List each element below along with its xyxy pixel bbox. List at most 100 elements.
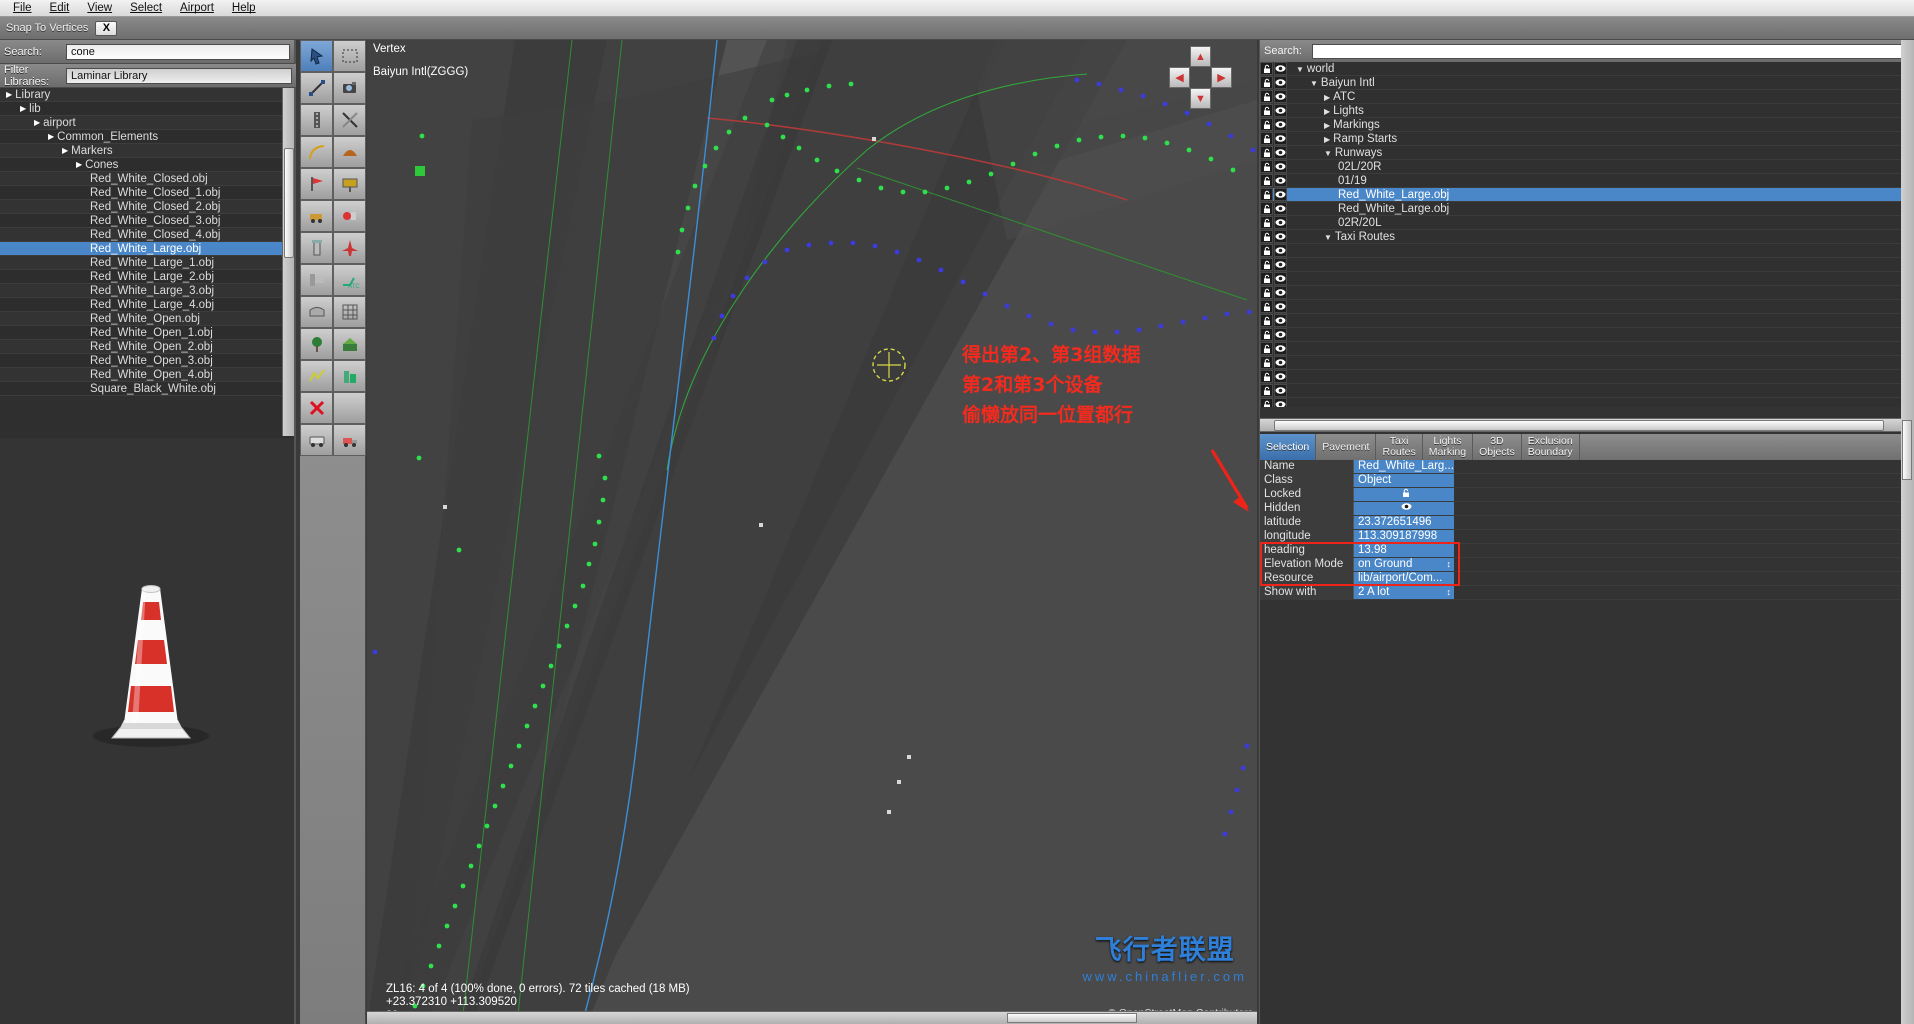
eye-icon[interactable] (1274, 272, 1287, 285)
lock-icon[interactable] (1260, 118, 1273, 131)
library-tree-row[interactable]: Red_White_Open_2.obj (0, 340, 294, 354)
grid-tool[interactable] (333, 296, 366, 328)
jetway-tool[interactable] (300, 264, 333, 296)
lock-icon[interactable] (1260, 146, 1273, 159)
fuel-truck-tool[interactable] (333, 200, 366, 232)
lock-icon[interactable] (1260, 370, 1273, 383)
right-panel-scrollbar[interactable] (1901, 40, 1914, 1024)
tab-pavement[interactable]: Pavement (1316, 434, 1376, 460)
right-panel-scroll-thumb[interactable] (1902, 420, 1912, 480)
library-tree-row[interactable]: ▶Markers (0, 144, 294, 158)
map-navigator[interactable]: ▲ ◀ ▶ ▼ (1169, 46, 1233, 110)
library-tree-row[interactable]: Red_White_Open_1.obj (0, 326, 294, 340)
disclosure-triangle-icon[interactable]: ▶ (1324, 107, 1330, 116)
disclosure-triangle-icon[interactable]: ▼ (1296, 65, 1304, 74)
library-tree-row[interactable]: Square_Black_White.obj (0, 382, 294, 396)
atc-flow-tool[interactable]: ATC (333, 264, 366, 296)
map-horizontal-scrollbar[interactable] (367, 1011, 1257, 1024)
eye-icon[interactable] (1274, 356, 1287, 369)
lock-icon[interactable] (1260, 216, 1273, 229)
library-tree-row[interactable]: Red_White_Open_3.obj (0, 354, 294, 368)
hierarchy-row[interactable]: ▶Markings (1260, 118, 1914, 132)
eye-icon[interactable] (1274, 132, 1287, 145)
property-value[interactable]: Red_White_Larg... (1354, 460, 1454, 473)
airplane-tool[interactable] (333, 232, 366, 264)
disclosure-triangle-icon[interactable]: ▶ (1324, 135, 1330, 144)
hierarchy-row[interactable]: Red_White_Large.obj (1260, 188, 1914, 202)
spinner-icon[interactable]: ↕ (1447, 586, 1452, 599)
camera-tool[interactable] (333, 72, 366, 104)
lock-icon[interactable] (1260, 272, 1273, 285)
lock-icon[interactable] (1260, 76, 1273, 89)
eye-icon[interactable] (1274, 62, 1287, 75)
hierarchy-row[interactable]: ▼Taxi Routes (1260, 230, 1914, 244)
library-tree-scrollbar[interactable] (282, 88, 294, 436)
lock-icon[interactable] (1260, 90, 1273, 103)
library-tree-row[interactable]: Red_White_Large.obj (0, 242, 294, 256)
property-value[interactable]: Object (1354, 474, 1454, 487)
disclosure-triangle-icon[interactable]: ▶ (34, 118, 40, 127)
property-row[interactable]: Resourcelib/airport/Com... (1260, 572, 1914, 586)
map-view[interactable]: Vertex Baiyun Intl(ZGGG) ▲ ◀ ▶ ▼ 得出第2、第3… (367, 40, 1257, 1024)
hierarchy-row[interactable]: ▶Lights (1260, 104, 1914, 118)
eye-icon[interactable] (1274, 342, 1287, 355)
eye-icon[interactable] (1274, 384, 1287, 397)
library-tree-row[interactable]: Red_White_Large_3.obj (0, 284, 294, 298)
library-tree-row[interactable]: Red_White_Closed_4.obj (0, 228, 294, 242)
library-scroll-thumb[interactable] (284, 148, 294, 258)
hierarchy-tree[interactable]: ▼world▼Baiyun Intl▶ATC▶Lights▶Markings▶R… (1260, 62, 1914, 407)
property-value[interactable] (1354, 488, 1454, 501)
lock-icon[interactable] (1260, 384, 1273, 397)
arrow-select-tool[interactable] (300, 40, 333, 72)
eye-icon[interactable] (1274, 202, 1287, 215)
property-value[interactable] (1354, 502, 1454, 515)
disclosure-triangle-icon[interactable]: ▶ (76, 160, 82, 169)
marquee-select-tool[interactable] (333, 40, 366, 72)
eye-icon[interactable] (1274, 230, 1287, 243)
hierarchy-horizontal-scrollbar[interactable] (1260, 418, 1914, 432)
eye-icon[interactable] (1274, 76, 1287, 89)
delete-tool[interactable] (300, 392, 333, 424)
eye-icon[interactable] (1274, 300, 1287, 313)
library-tree[interactable]: ▶Library▶lib▶airport▶Common_Elements▶Mar… (0, 88, 294, 436)
tab-lights-marking[interactable]: Lights Marking (1423, 434, 1473, 460)
hierarchy-row[interactable]: ▶Ramp Starts (1260, 132, 1914, 146)
hierarchy-row[interactable]: ▼world (1260, 62, 1914, 76)
hierarchy-hscroll-thumb[interactable] (1274, 420, 1884, 431)
lock-icon[interactable] (1260, 398, 1273, 407)
lock-icon[interactable] (1260, 202, 1273, 215)
map-hscroll-thumb[interactable] (1007, 1013, 1137, 1023)
eye-icon[interactable] (1274, 90, 1287, 103)
spinner-icon[interactable]: ↕ (1447, 558, 1452, 571)
property-row[interactable]: Show with2 A lot↕ (1260, 586, 1914, 600)
lock-icon[interactable] (1260, 300, 1273, 313)
property-value[interactable]: 2 A lot↕ (1354, 586, 1454, 599)
taxiway-curve-tool[interactable] (300, 136, 333, 168)
property-row[interactable]: Elevation Modeon Ground↕ (1260, 558, 1914, 572)
windsock-tool[interactable] (300, 168, 333, 200)
property-row[interactable]: heading13.98 (1260, 544, 1914, 558)
eye-icon[interactable] (1274, 314, 1287, 327)
ramp-tool[interactable] (333, 136, 366, 168)
property-row[interactable]: Locked (1260, 488, 1914, 502)
lock-icon[interactable] (1260, 314, 1273, 327)
filter-libraries-select[interactable]: Laminar Library (66, 68, 292, 84)
tab-3d-objects[interactable]: 3D Objects (1473, 434, 1522, 460)
menu-item-airport[interactable]: Airport (171, 0, 223, 16)
lock-icon[interactable] (1260, 160, 1273, 173)
library-tree-row[interactable]: Red_White_Closed_2.obj (0, 200, 294, 214)
blank-tool[interactable] (333, 392, 366, 424)
eye-icon[interactable] (1274, 216, 1287, 229)
polyline-tool[interactable] (300, 360, 333, 392)
lock-icon[interactable] (1260, 104, 1273, 117)
lock-icon[interactable] (1260, 342, 1273, 355)
library-tree-row[interactable]: ▶Library (0, 88, 294, 102)
vehicle-tool[interactable] (300, 200, 333, 232)
disclosure-triangle-icon[interactable]: ▶ (20, 104, 26, 113)
sign-tool[interactable] (333, 168, 366, 200)
disclosure-triangle-icon[interactable]: ▶ (48, 132, 54, 141)
library-tree-row[interactable]: Red_White_Closed.obj (0, 172, 294, 186)
library-tree-row[interactable]: Red_White_Large_4.obj (0, 298, 294, 312)
tab-taxi-routes[interactable]: Taxi Routes (1376, 434, 1422, 460)
library-tree-row[interactable]: ▶lib (0, 102, 294, 116)
